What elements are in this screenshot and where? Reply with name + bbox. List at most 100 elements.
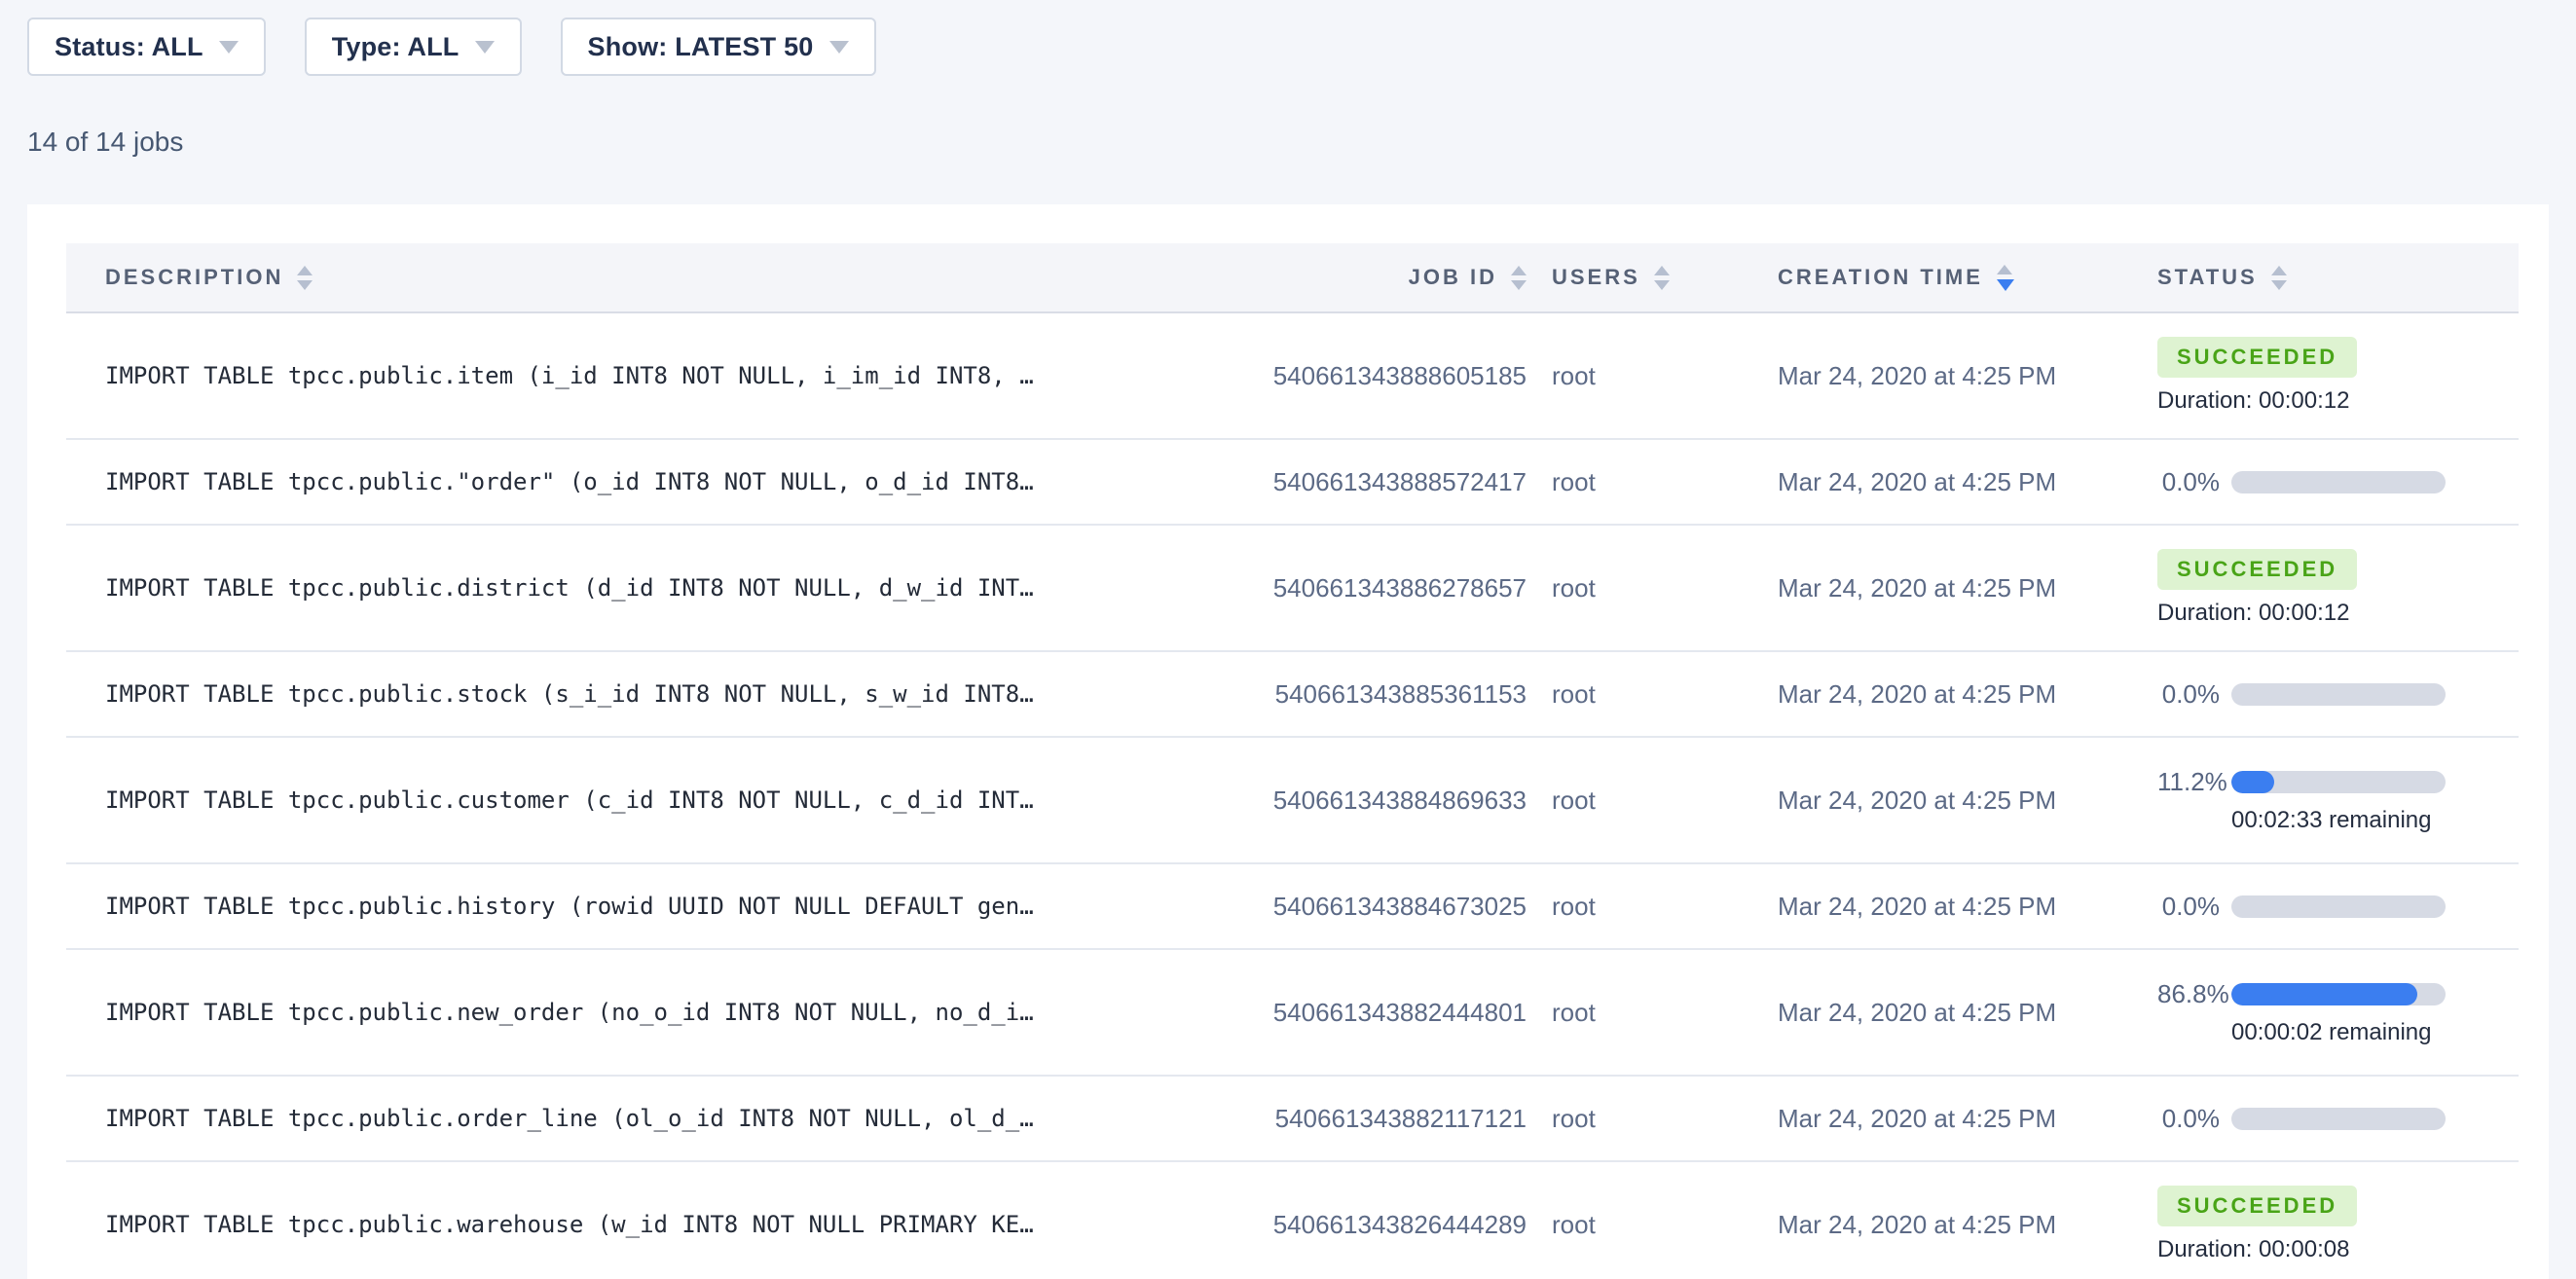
table-row: IMPORT TABLE tpcc.public.order_line (ol_…	[66, 1077, 2519, 1162]
status-duration: Duration: 00:00:12	[2157, 387, 2519, 415]
progress-line: 0.0%	[2157, 1104, 2519, 1134]
progress-percent: 86.8%	[2157, 979, 2220, 1009]
progress-fill	[2231, 771, 2274, 793]
job-creation-time: Mar 24, 2020 at 4:25 PM	[1778, 998, 2157, 1028]
progress-line: 0.0%	[2157, 892, 2519, 922]
job-status: 86.8% 00:00:02 remaining	[2157, 979, 2519, 1046]
progress-fill	[2231, 983, 2417, 1005]
progress-bar	[2231, 471, 2446, 493]
job-creation-time: Mar 24, 2020 at 4:25 PM	[1778, 361, 2157, 391]
job-id: 540661343885361153	[1137, 679, 1552, 710]
job-user: root	[1552, 892, 1778, 922]
progress-bar	[2231, 983, 2446, 1005]
job-id: 540661343882444801	[1137, 998, 1552, 1028]
job-description: IMPORT TABLE tpcc.public.warehouse (w_id…	[66, 1211, 1137, 1238]
jobs-count: 14 of 14 jobs	[27, 127, 2576, 158]
table-row: IMPORT TABLE tpcc.public.customer (c_id …	[66, 738, 2519, 864]
job-creation-time: Mar 24, 2020 at 4:25 PM	[1778, 892, 2157, 922]
column-header-label: USERS	[1552, 265, 1640, 290]
job-user: root	[1552, 1210, 1778, 1240]
type-filter-label: Type: ALL	[332, 32, 460, 62]
job-description: IMPORT TABLE tpcc.public.order_line (ol_…	[66, 1105, 1137, 1132]
job-status: 0.0%	[2157, 892, 2519, 922]
column-header-label: JOB ID	[1409, 265, 1497, 290]
job-id: 540661343886278657	[1137, 573, 1552, 603]
job-status: 0.0%	[2157, 679, 2519, 710]
job-user: root	[1552, 679, 1778, 710]
job-description: IMPORT TABLE tpcc.public.item (i_id INT8…	[66, 362, 1137, 389]
show-filter-label: Show: LATEST 50	[588, 32, 814, 62]
progress-remaining: 00:00:02 remaining	[2231, 1019, 2519, 1046]
job-description: IMPORT TABLE tpcc.public.new_order (no_o…	[66, 999, 1137, 1026]
job-creation-time: Mar 24, 2020 at 4:25 PM	[1778, 467, 2157, 497]
table-header-row: DESCRIPTION JOB ID USERS CREATION TIME S…	[66, 243, 2519, 313]
job-description: IMPORT TABLE tpcc.public.history (rowid …	[66, 893, 1137, 920]
progress-percent: 11.2%	[2157, 767, 2220, 797]
status-badge: SUCCEEDED	[2157, 337, 2357, 378]
column-header-users[interactable]: USERS	[1552, 265, 1778, 290]
column-header-label: STATUS	[2157, 265, 2258, 290]
chevron-down-icon	[219, 41, 239, 54]
job-id: 540661343888605185	[1137, 361, 1552, 391]
column-header-label: CREATION TIME	[1778, 265, 1983, 290]
job-user: root	[1552, 1104, 1778, 1134]
table-row: IMPORT TABLE tpcc.public.stock (s_i_id I…	[66, 652, 2519, 738]
status-badge: SUCCEEDED	[2157, 1186, 2357, 1226]
progress-line: 0.0%	[2157, 679, 2519, 710]
progress-bar	[2231, 1108, 2446, 1130]
job-status: SUCCEEDEDDuration: 00:00:08	[2157, 1186, 2519, 1263]
job-id: 540661343888572417	[1137, 467, 1552, 497]
job-creation-time: Mar 24, 2020 at 4:25 PM	[1778, 786, 2157, 816]
progress-line: 0.0%	[2157, 467, 2519, 497]
table-row: IMPORT TABLE tpcc.public.new_order (no_o…	[66, 950, 2519, 1077]
job-status: 0.0%	[2157, 467, 2519, 497]
progress-bar	[2231, 771, 2446, 793]
progress-bar	[2231, 683, 2446, 706]
job-creation-time: Mar 24, 2020 at 4:25 PM	[1778, 1210, 2157, 1240]
progress-line: 11.2%	[2157, 767, 2519, 797]
job-description: IMPORT TABLE tpcc.public."order" (o_id I…	[66, 468, 1137, 495]
type-filter-dropdown[interactable]: Type: ALL	[305, 18, 522, 76]
jobs-table: DESCRIPTION JOB ID USERS CREATION TIME S…	[66, 243, 2519, 1279]
job-user: root	[1552, 361, 1778, 391]
table-body: IMPORT TABLE tpcc.public.item (i_id INT8…	[66, 313, 2519, 1279]
sort-icon	[297, 266, 313, 290]
jobs-table-card: DESCRIPTION JOB ID USERS CREATION TIME S…	[27, 204, 2549, 1279]
column-header-job-id[interactable]: JOB ID	[1137, 265, 1552, 290]
job-id: 540661343882117121	[1137, 1104, 1552, 1134]
status-duration: Duration: 00:00:12	[2157, 600, 2519, 627]
job-status: 11.2%00:02:33 remaining	[2157, 767, 2519, 834]
progress-percent: 0.0%	[2157, 1104, 2220, 1134]
job-description: IMPORT TABLE tpcc.public.customer (c_id …	[66, 786, 1137, 814]
status-filter-label: Status: ALL	[55, 32, 203, 62]
sort-icon	[1654, 266, 1670, 290]
job-creation-time: Mar 24, 2020 at 4:25 PM	[1778, 573, 2157, 603]
sort-icon	[1511, 266, 1527, 290]
column-header-description[interactable]: DESCRIPTION	[66, 265, 1137, 290]
job-status: SUCCEEDED Duration: 00:00:12	[2157, 337, 2519, 415]
progress-percent: 0.0%	[2157, 892, 2220, 922]
filter-bar: Status: ALL Type: ALL Show: LATEST 50	[0, 0, 2576, 76]
job-description: IMPORT TABLE tpcc.public.stock (s_i_id I…	[66, 680, 1137, 708]
job-user: root	[1552, 573, 1778, 603]
progress-line: 86.8%	[2157, 979, 2519, 1009]
chevron-down-icon	[829, 41, 849, 54]
column-header-status[interactable]: STATUS	[2157, 265, 2519, 290]
job-description: IMPORT TABLE tpcc.public.district (d_id …	[66, 574, 1137, 602]
sort-icon	[2271, 266, 2287, 290]
progress-percent: 0.0%	[2157, 467, 2220, 497]
show-filter-dropdown[interactable]: Show: LATEST 50	[561, 18, 876, 76]
status-filter-dropdown[interactable]: Status: ALL	[27, 18, 266, 76]
column-header-creation-time[interactable]: CREATION TIME	[1778, 265, 2157, 291]
job-creation-time: Mar 24, 2020 at 4:25 PM	[1778, 1104, 2157, 1134]
progress-bar	[2231, 895, 2446, 918]
status-badge: SUCCEEDED	[2157, 549, 2357, 590]
chevron-down-icon	[475, 41, 495, 54]
job-user: root	[1552, 467, 1778, 497]
column-header-label: DESCRIPTION	[105, 265, 283, 290]
table-row: IMPORT TABLE tpcc.public.district (d_id …	[66, 526, 2519, 652]
table-row: IMPORT TABLE tpcc.public.warehouse (w_id…	[66, 1162, 2519, 1279]
job-id: 540661343884869633	[1137, 786, 1552, 816]
job-user: root	[1552, 998, 1778, 1028]
job-user: root	[1552, 786, 1778, 816]
